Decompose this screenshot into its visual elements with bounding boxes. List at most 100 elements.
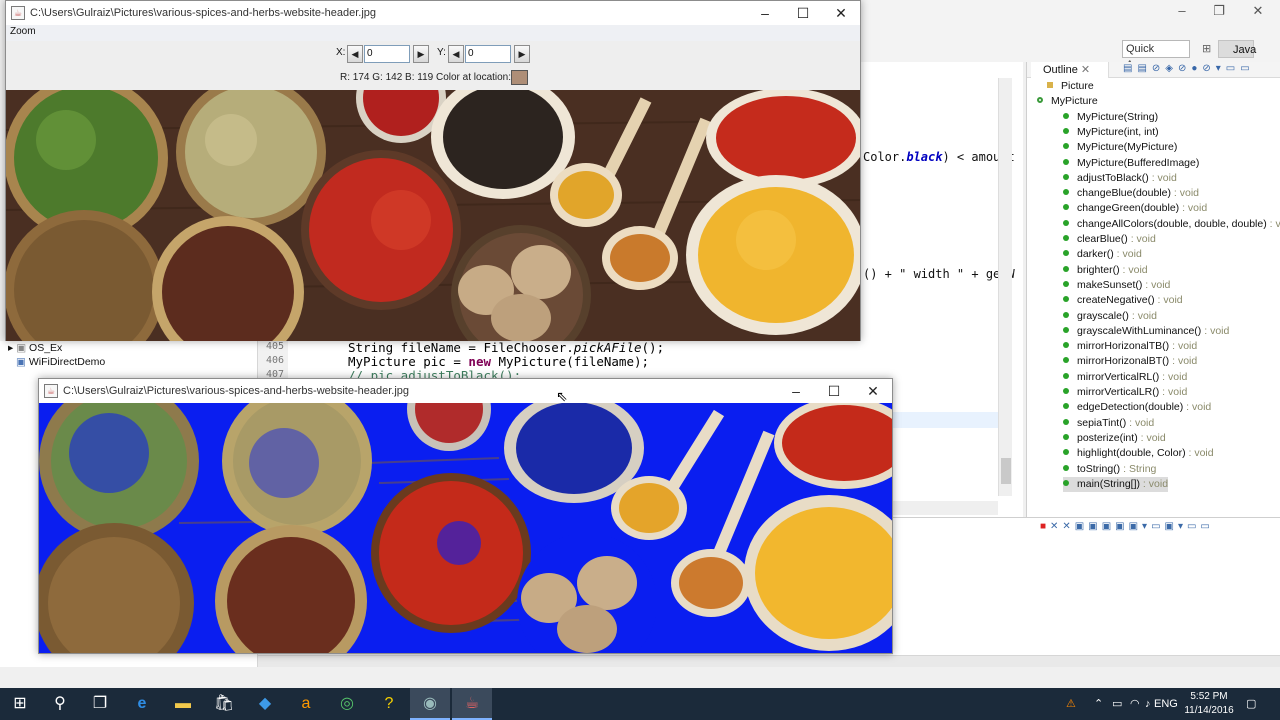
y-next-button[interactable]: ▶: [514, 45, 530, 63]
outline-item-type: : void: [1154, 294, 1183, 307]
outline-item-type: : void: [1119, 263, 1148, 276]
outline-item-type: : String: [1120, 462, 1157, 475]
eclipse-minimize-button[interactable]: –: [1164, 2, 1200, 20]
outline-item[interactable]: MyPicture: [1037, 94, 1098, 109]
outline-item[interactable]: MyPicture(int, int): [1063, 125, 1159, 140]
outline-item[interactable]: MyPicture(BufferedImage): [1063, 156, 1199, 171]
editor-hscrollbar[interactable]: [893, 501, 998, 515]
outline-item[interactable]: mirrorHorizonalTB() : void: [1063, 339, 1197, 354]
volume-icon[interactable]: ♪: [1145, 688, 1151, 720]
x-next-button[interactable]: ▶: [413, 45, 429, 63]
console-toolbar[interactable]: ■✕✕▣▣▣▣▣▾▭▣▾▭▭: [1040, 521, 1276, 535]
posterized-image[interactable]: [39, 403, 892, 653]
outline-item-name: MyPicture: [1051, 95, 1098, 108]
outline-item[interactable]: makeSunset() : void: [1063, 278, 1170, 293]
store-icon[interactable]: 🛍: [204, 688, 244, 720]
maximize-button[interactable]: ☐: [784, 1, 822, 25]
clock-date: 11/14/2016: [1184, 705, 1234, 716]
show-hidden-icons[interactable]: ⌃: [1094, 688, 1103, 720]
notification-warning-icon[interactable]: ⚠: [1066, 688, 1076, 720]
search-icon[interactable]: ⚲: [40, 688, 80, 720]
outline-item[interactable]: mirrorVerticalRL() : void: [1063, 370, 1187, 385]
tripadvisor-icon[interactable]: ◎: [327, 688, 367, 720]
perspective-label: Java: [1233, 44, 1257, 56]
action-center-icon[interactable]: ▢: [1246, 688, 1256, 720]
outline-item[interactable]: clearBlue() : void: [1063, 232, 1156, 247]
package-item[interactable]: ▣ WiFiDirectDemo: [16, 355, 105, 370]
scrollbar-thumb[interactable]: [1001, 458, 1011, 484]
editor-scrollbar[interactable]: [998, 78, 1012, 496]
outline-item[interactable]: posterize(int) : void: [1063, 431, 1166, 446]
input-language[interactable]: ENG: [1154, 688, 1178, 720]
method-icon: [1063, 449, 1069, 456]
y-prev-button[interactable]: ◀: [448, 45, 464, 63]
close-button[interactable]: ✕: [854, 379, 892, 403]
minimize-button[interactable]: –: [777, 379, 815, 403]
file-explorer-icon[interactable]: ▬: [163, 688, 203, 720]
dropbox-icon[interactable]: ◆: [245, 688, 285, 720]
outline-item[interactable]: sepiaTint() : void: [1063, 416, 1154, 431]
package-item[interactable]: ▸ ▣ OS_Ex: [8, 341, 62, 356]
outline-item[interactable]: highlight(double, Color) : void: [1063, 446, 1214, 461]
clock[interactable]: 5:52 PM 11/14/2016: [1180, 690, 1238, 718]
outline-item-type: : void: [1183, 401, 1212, 414]
x-prev-button[interactable]: ◀: [347, 45, 363, 63]
quick-access-input[interactable]: Quick Access: [1122, 40, 1190, 71]
window-title: C:\Users\Gulraiz\Pictures\various-spices…: [63, 385, 410, 397]
outline-item-type: : void: [1137, 431, 1166, 444]
spices-image[interactable]: [6, 90, 860, 341]
method-icon: [1063, 143, 1069, 150]
x-input[interactable]: 0: [364, 45, 410, 63]
y-input[interactable]: 0: [465, 45, 511, 63]
menu-zoom[interactable]: Zoom: [10, 26, 36, 37]
outline-item[interactable]: MyPicture(String): [1063, 110, 1158, 125]
method-icon: [1063, 235, 1069, 241]
outline-item[interactable]: Picture: [1047, 79, 1094, 94]
outline-item[interactable]: changeBlue(double) : void: [1063, 186, 1199, 201]
taskbar: ⊞ ⚲ ❐ e ▬ 🛍 ◆ a ◎ ? ◉ ☕ ⚠ ⌃ ▭ ◠ ♪ ENG 5:…: [0, 688, 1280, 720]
close-icon[interactable]: ✕: [1081, 64, 1090, 76]
outline-item-type: : void: [1148, 171, 1177, 184]
posterized-picture: [39, 403, 892, 653]
edge-icon[interactable]: e: [122, 688, 162, 720]
method-icon: [1063, 311, 1069, 318]
outline-item[interactable]: toString() : String: [1063, 462, 1156, 477]
maximize-button[interactable]: ☐: [815, 379, 853, 403]
minimize-button[interactable]: –: [746, 1, 784, 25]
power-icon[interactable]: ▭: [1112, 688, 1122, 720]
outline-item[interactable]: mirrorHorizonalBT() : void: [1063, 354, 1197, 369]
outline-item[interactable]: adjustToBlack() : void: [1063, 171, 1177, 186]
outline-toolbar[interactable]: ▤▤⊘◈⊘●⊘▾▭▭: [1123, 63, 1279, 77]
java-icon[interactable]: ☕: [452, 688, 492, 720]
tab-outline[interactable]: Outline ✕: [1031, 62, 1110, 78]
outline-item[interactable]: grayscaleWithLuminance() : void: [1063, 324, 1229, 339]
window-titlebar[interactable]: ☕ C:\Users\Gulraiz\Pictures\various-spic…: [6, 1, 860, 25]
outline-item[interactable]: createNegative() : void: [1063, 293, 1183, 308]
help-icon[interactable]: ?: [369, 688, 409, 720]
wifi-icon[interactable]: ◠: [1130, 688, 1140, 720]
java-perspective-button[interactable]: Java: [1218, 40, 1257, 58]
outline-item[interactable]: mirrorVerticalLR() : void: [1063, 385, 1187, 400]
eclipse-close-button[interactable]: ✕: [1240, 2, 1276, 20]
outline-item[interactable]: changeAllColors(double, double, double) …: [1063, 217, 1280, 232]
outline-item[interactable]: brighter() : void: [1063, 263, 1148, 278]
close-button[interactable]: ✕: [822, 1, 860, 25]
outline-item[interactable]: changeGreen(double) : void: [1063, 201, 1207, 216]
eclipse-icon[interactable]: ◉: [410, 688, 450, 720]
window-titlebar[interactable]: ☕ C:\Users\Gulraiz\Pictures\various-spic…: [39, 379, 892, 403]
outline-item[interactable]: main(String[]) : void: [1063, 476, 1169, 492]
amazon-icon[interactable]: a: [286, 688, 326, 720]
code-line: String fileName = FileChooser.pickAFile(…: [348, 340, 665, 355]
outline-item[interactable]: darker() : void: [1063, 247, 1142, 262]
task-view-icon[interactable]: ❐: [80, 688, 120, 720]
outline-item[interactable]: MyPicture(MyPicture): [1063, 140, 1177, 155]
method-icon: [1063, 372, 1069, 379]
open-perspective-icon[interactable]: ⊞: [1202, 40, 1211, 58]
outline-item[interactable]: grayscale() : void: [1063, 309, 1157, 324]
outline-item[interactable]: edgeDetection(double) : void: [1063, 400, 1211, 415]
outline-item-name: adjustToBlack(): [1077, 171, 1149, 184]
start-button[interactable]: ⊞: [0, 688, 40, 720]
method-icon: [1063, 112, 1069, 119]
eclipse-maximize-button[interactable]: ❐: [1201, 2, 1237, 20]
outline-item-type: : void: [1159, 370, 1188, 383]
